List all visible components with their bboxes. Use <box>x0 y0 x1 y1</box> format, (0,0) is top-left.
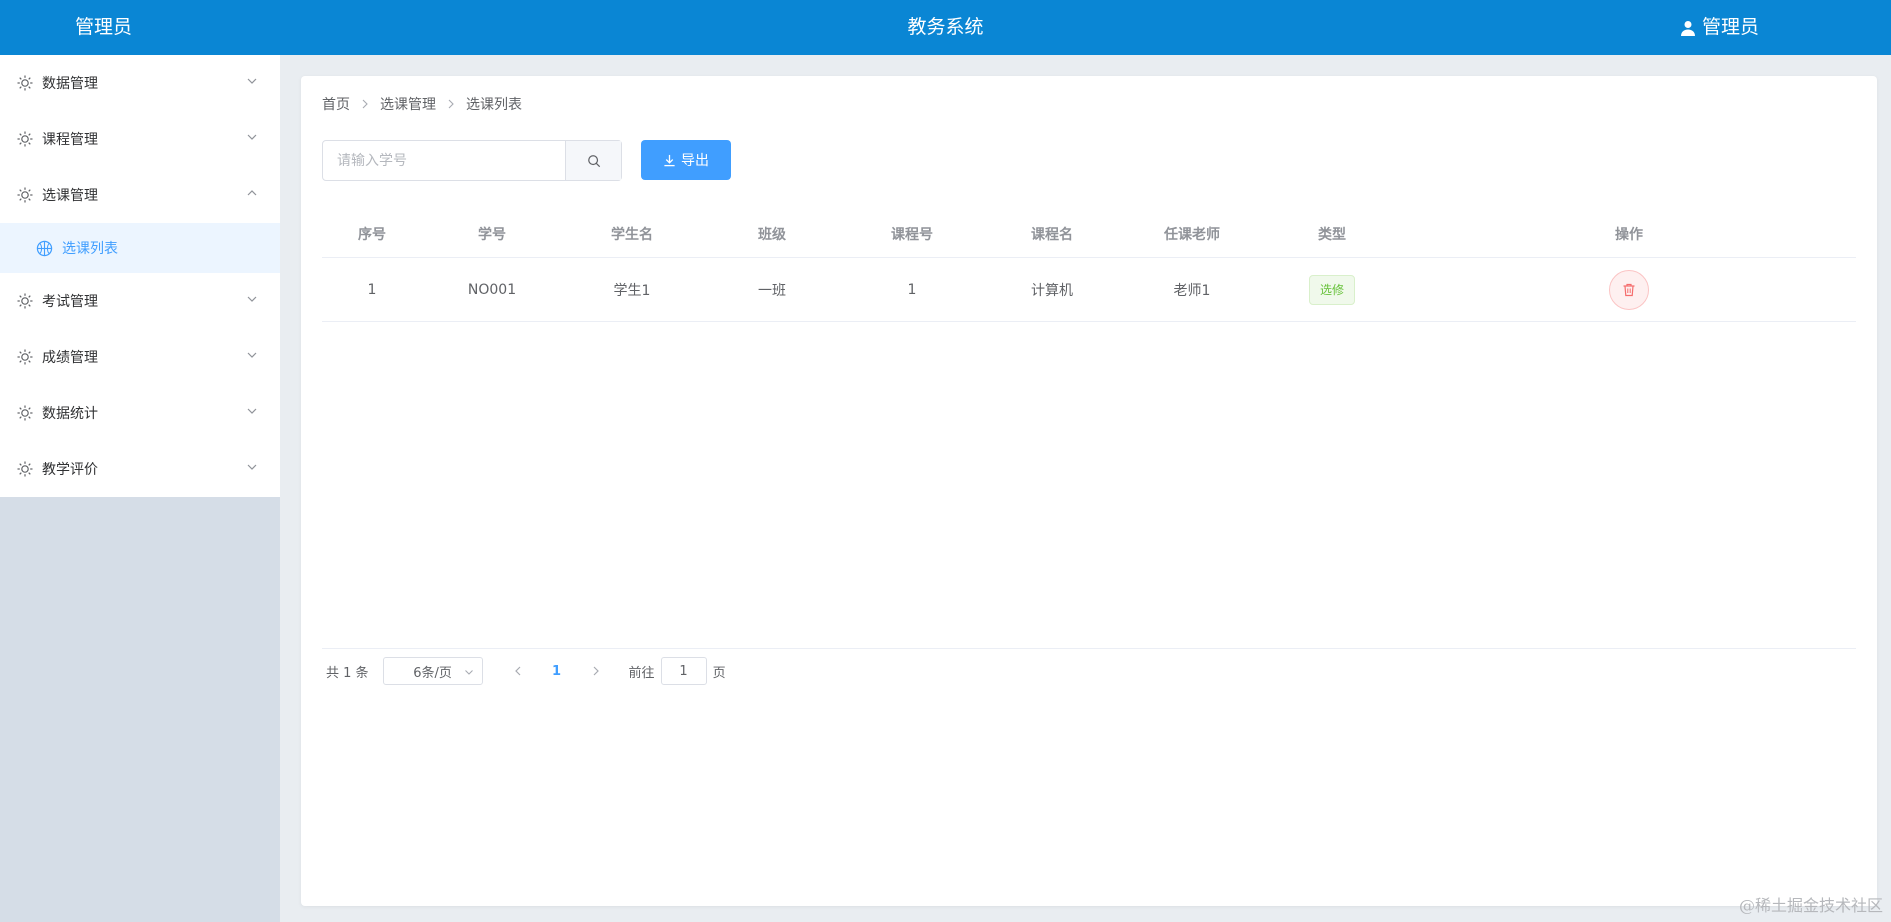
column-header: 序号 <box>358 226 386 243</box>
cell-class: 一班 <box>758 282 786 299</box>
sun-icon <box>17 405 33 421</box>
sidebar: 数据管理 课程管理 选课管理 选课列表 考试管理 成绩管理 数据统计 教学评价 <box>0 55 280 922</box>
prev-page-button[interactable] <box>503 657 533 685</box>
page-number[interactable]: 1 <box>533 657 581 685</box>
cell-teacher: 老师1 <box>1173 282 1211 299</box>
sidebar-item-course-management[interactable]: 课程管理 <box>0 111 280 167</box>
breadcrumb: 首页 选课管理 选课列表 <box>322 94 522 114</box>
sidebar-item-label: 数据统计 <box>42 406 98 422</box>
user-icon <box>1680 20 1696 36</box>
chevron-up-icon <box>246 187 258 199</box>
page-size-select[interactable]: 6条/页 <box>382 657 483 685</box>
sidebar-item-grade-management[interactable]: 成绩管理 <box>0 329 280 385</box>
search-button[interactable] <box>565 141 621 180</box>
cell-actions <box>1402 269 1856 310</box>
delete-button[interactable] <box>1609 269 1649 310</box>
sidebar-menu: 数据管理 课程管理 选课管理 选课列表 考试管理 成绩管理 数据统计 教学评价 <box>0 55 280 497</box>
column-header: 任课老师 <box>1164 226 1220 243</box>
cell-index: 1 <box>367 281 377 298</box>
column-header: 学号 <box>478 226 506 243</box>
chevron-down-icon <box>246 461 258 473</box>
chevron-right-icon <box>591 666 601 676</box>
chevron-right-icon <box>360 99 370 109</box>
top-header: 管理员 教务系统 管理员 <box>0 0 1891 55</box>
chevron-down-icon <box>246 131 258 143</box>
chevron-down-icon <box>246 75 258 87</box>
column-header: 课程号 <box>891 226 933 243</box>
sidebar-item-label: 选课管理 <box>42 188 98 204</box>
sun-icon <box>17 187 33 203</box>
cell-course-no: 1 <box>907 281 917 298</box>
chevron-down-icon <box>464 667 474 677</box>
divider <box>322 648 1856 649</box>
next-page-button[interactable] <box>581 657 611 685</box>
course-selection-table: 序号 学号 学生名 班级 课程号 课程名 任课老师 类型 操作 1 NO001 … <box>322 210 1856 322</box>
sidebar-item-teaching-evaluation[interactable]: 教学评价 <box>0 441 280 497</box>
page-jumper: 前往 页 <box>629 657 726 685</box>
sidebar-item-label: 考试管理 <box>42 294 98 310</box>
trash-icon <box>1622 283 1636 297</box>
sidebar-item-statistics[interactable]: 数据统计 <box>0 385 280 441</box>
sidebar-subitem-label: 选课列表 <box>62 241 118 257</box>
column-header: 学生名 <box>611 226 653 243</box>
chevron-right-icon <box>446 99 456 109</box>
pagination: 共 1 条 6条/页 1 前往 页 <box>326 651 726 691</box>
cell-type: 选修 <box>1262 274 1402 305</box>
user-menu[interactable]: 管理员 <box>1680 0 1759 55</box>
export-label: 导出 <box>681 153 709 169</box>
cell-student-name: 学生1 <box>613 282 651 299</box>
cell-student-no: NO001 <box>467 281 517 298</box>
chevron-left-icon <box>513 666 523 676</box>
sun-icon <box>17 131 33 147</box>
column-header: 课程名 <box>1031 226 1073 243</box>
system-title: 教务系统 <box>907 16 984 38</box>
sidebar-item-label: 课程管理 <box>42 132 98 148</box>
sidebar-item-label: 数据管理 <box>42 76 98 92</box>
sidebar-item-exam-management[interactable]: 考试管理 <box>0 273 280 329</box>
breadcrumb-home[interactable]: 首页 <box>322 94 350 114</box>
goto-page-input[interactable] <box>660 657 707 685</box>
sidebar-item-label: 教学评价 <box>42 462 98 478</box>
sun-icon <box>17 75 33 91</box>
type-tag: 选修 <box>1308 274 1355 305</box>
download-icon <box>663 154 676 167</box>
chevron-down-icon <box>246 405 258 417</box>
footer-watermark: @稀土掘金技术社区 <box>1738 896 1883 915</box>
student-no-search-input[interactable] <box>323 141 565 180</box>
export-button[interactable]: 导出 <box>641 140 731 180</box>
breadcrumb-current: 选课列表 <box>466 97 522 113</box>
search-box <box>322 140 622 181</box>
column-header: 类型 <box>1318 226 1346 243</box>
sidebar-item-label: 成绩管理 <box>42 350 98 366</box>
sun-icon <box>17 349 33 365</box>
sun-icon <box>17 461 33 477</box>
sidebar-item-data-management[interactable]: 数据管理 <box>0 55 280 111</box>
table-row: 1 NO001 学生1 一班 1 计算机 老师1 选修 <box>322 258 1856 322</box>
cell-course-name: 计算机 <box>1031 282 1073 299</box>
chevron-down-icon <box>246 293 258 305</box>
basketball-icon <box>36 240 53 257</box>
search-icon <box>587 154 601 168</box>
sidebar-subitem-selection-list[interactable]: 选课列表 <box>0 223 280 273</box>
sidebar-item-selection-management[interactable]: 选课管理 <box>0 167 280 223</box>
chevron-down-icon <box>246 349 258 361</box>
table-header: 序号 学号 学生名 班级 课程号 课程名 任课老师 类型 操作 <box>322 210 1856 258</box>
breadcrumb-selection-management[interactable]: 选课管理 <box>380 94 436 114</box>
user-name: 管理员 <box>1701 16 1759 38</box>
page-size-value: 6条/页 <box>413 665 452 681</box>
main-content-card: 首页 选课管理 选课列表 导出 序号 学号 学生名 班级 课程号 课程名 任课老… <box>301 76 1877 906</box>
column-header: 班级 <box>758 226 786 243</box>
goto-label: 前往 <box>628 665 655 681</box>
sun-icon <box>17 293 33 309</box>
page-suffix: 页 <box>712 665 726 681</box>
pagination-total: 共 1 条 <box>326 665 369 681</box>
column-header: 操作 <box>1615 226 1643 243</box>
